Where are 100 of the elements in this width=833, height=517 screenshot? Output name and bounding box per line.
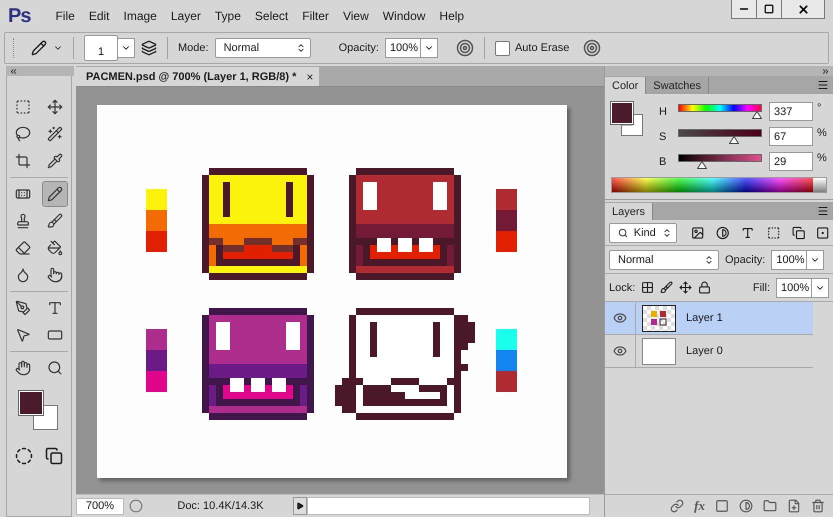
quick-mask-icon[interactable] [15, 447, 33, 465]
brush-size-field[interactable]: 1 [84, 35, 118, 61]
menu-item[interactable]: Select [248, 9, 296, 23]
type-icon [47, 300, 63, 316]
menu-item[interactable]: Filter [295, 9, 336, 23]
eye-icon[interactable] [613, 344, 627, 358]
slider-label: S [659, 130, 668, 143]
fill-field[interactable]: 100% [776, 278, 812, 298]
dropdown-button[interactable] [811, 278, 829, 298]
minimize-button[interactable] [731, 0, 757, 19]
menu-item[interactable]: Help [432, 9, 472, 23]
dropdown-button[interactable] [806, 250, 824, 270]
lasso-icon [15, 126, 31, 142]
lock-transparency-icon[interactable] [641, 281, 654, 294]
menu-item[interactable]: File [48, 9, 82, 23]
blend-mode-select[interactable]: Normal [609, 250, 719, 270]
up-down-arrows-icon [704, 254, 714, 264]
horizontal-scrollbar[interactable] [307, 497, 590, 515]
zoom-icon [47, 360, 63, 376]
color-slider[interactable] [675, 127, 765, 144]
trash-icon[interactable] [811, 499, 825, 513]
auto-erase-checkbox[interactable]: Auto Erase [494, 40, 570, 56]
type-filter-icon[interactable] [741, 226, 755, 240]
filter-select[interactable]: Kind [609, 222, 677, 242]
menu-item[interactable]: Window [376, 9, 432, 23]
close-icon [796, 2, 810, 16]
play-icon [296, 502, 304, 510]
zoom-field[interactable]: 700% [76, 498, 124, 514]
lock-icon[interactable] [698, 281, 712, 294]
layer-row[interactable]: Layer 1 [605, 302, 813, 335]
color-spectrum[interactable] [611, 177, 827, 193]
pencil-icon[interactable] [31, 40, 47, 56]
layer-style-button[interactable]: fx [694, 498, 705, 514]
slider-label: B [659, 155, 668, 168]
color-slider[interactable] [675, 102, 765, 119]
new-layer-icon[interactable] [787, 499, 801, 513]
up-down-arrows-icon [296, 43, 306, 53]
close-button[interactable] [781, 0, 825, 19]
search-icon [618, 228, 628, 238]
panel-menu-icon[interactable] [817, 79, 829, 91]
color-swatch-strip [146, 189, 167, 252]
mask-icon[interactable] [715, 499, 729, 513]
color-swatch-strip [146, 329, 167, 392]
layer-name: Layer 0 [686, 345, 723, 357]
adjustment-filter-icon[interactable] [716, 226, 730, 240]
value-field[interactable]: 337 [769, 102, 813, 121]
pen-icon [15, 300, 31, 316]
screen-mode-icon[interactable] [45, 447, 63, 465]
magic-wand-icon [47, 126, 63, 142]
unit-label: % [817, 152, 827, 164]
panel-tab[interactable]: Color [605, 77, 646, 94]
dropdown-button[interactable] [420, 38, 438, 58]
status-menu-button[interactable] [293, 497, 307, 515]
menu-item[interactable]: Edit [82, 9, 116, 23]
eye-icon[interactable] [613, 311, 627, 325]
opacity-field[interactable]: 100% [384, 38, 421, 58]
opacity-field[interactable]: 100% [771, 250, 808, 270]
foreground-color-swatch[interactable] [611, 102, 633, 124]
hand-icon [15, 360, 31, 376]
mode-select[interactable]: Normal [214, 38, 311, 58]
opacity-label: Opacity: [338, 42, 379, 54]
background-color-swatch[interactable] [621, 114, 643, 136]
app-logo: Ps [8, 4, 30, 28]
document-title: PACMEN.psd @ 700% (Layer 1, RGB/8) * [86, 70, 296, 82]
folder-icon[interactable] [763, 499, 777, 513]
layer-name: Layer 1 [686, 312, 723, 324]
pencil-tool[interactable] [42, 181, 68, 207]
smart-object-filter-icon[interactable] [792, 226, 806, 240]
adjustment-icon[interactable] [739, 499, 753, 513]
value-field[interactable]: 29 [769, 152, 813, 171]
panel-tab[interactable]: Layers [605, 203, 654, 220]
up-down-arrows-icon [662, 228, 672, 238]
menu-item[interactable]: Layer [164, 9, 208, 23]
maximize-icon [764, 4, 774, 14]
collapse-icon[interactable] [9, 66, 18, 76]
menu-item[interactable]: View [336, 9, 376, 23]
filter-toggle-icon[interactable] [816, 226, 830, 240]
lock-position-icon[interactable] [679, 281, 692, 294]
foreground-color-swatch[interactable] [19, 391, 43, 415]
panel-menu-icon[interactable] [817, 205, 829, 217]
slider-label: H [659, 105, 668, 118]
dropdown-button[interactable] [117, 38, 135, 58]
color-slider[interactable] [675, 152, 765, 169]
document-tab[interactable]: PACMEN.psd @ 700% (Layer 1, RGB/8) * × [76, 67, 320, 86]
marquee-icon [15, 99, 31, 115]
maximize-button[interactable] [756, 0, 782, 19]
link-icon[interactable] [670, 499, 684, 513]
menu-item[interactable]: Image [116, 9, 164, 23]
value-field[interactable]: 67 [769, 127, 813, 146]
unit-label: ° [817, 102, 822, 114]
filter-value: Kind [634, 226, 656, 238]
blend-mode-value: Normal [618, 254, 654, 266]
status-icon[interactable] [129, 499, 143, 513]
move-icon [47, 99, 63, 115]
image-filter-icon[interactable] [690, 226, 704, 240]
menu-item[interactable]: Type [208, 9, 248, 23]
close-tab-button[interactable]: × [306, 70, 314, 84]
lock-pixels-icon[interactable] [660, 281, 674, 294]
shape-filter-icon[interactable] [766, 226, 780, 240]
collapse-icon[interactable] [821, 66, 830, 76]
